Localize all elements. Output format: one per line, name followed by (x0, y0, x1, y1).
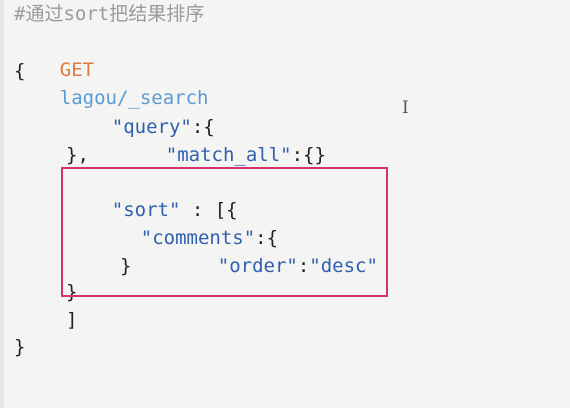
query-close: }, (66, 144, 89, 166)
editor-gutter (0, 0, 4, 408)
query-line: "query":{ (66, 85, 215, 138)
match-all-key: "match_all" (165, 144, 292, 166)
text-cursor-icon: I (402, 98, 409, 118)
sort-array-close: ] (66, 309, 78, 331)
close-brace: } (14, 336, 26, 358)
code-editor[interactable]: #通过sort把结果排序 GET lagou/_search { "query"… (0, 0, 570, 408)
sort-highlight-box (61, 167, 388, 297)
match-all-value: :{} (291, 144, 326, 166)
comment-line: #通过sort把结果排序 (14, 3, 205, 25)
request-line[interactable]: GET lagou/_search (14, 28, 209, 109)
http-method: GET (59, 59, 95, 81)
open-brace: { (14, 60, 26, 82)
match-all-line: "match_all":{} (120, 113, 326, 166)
